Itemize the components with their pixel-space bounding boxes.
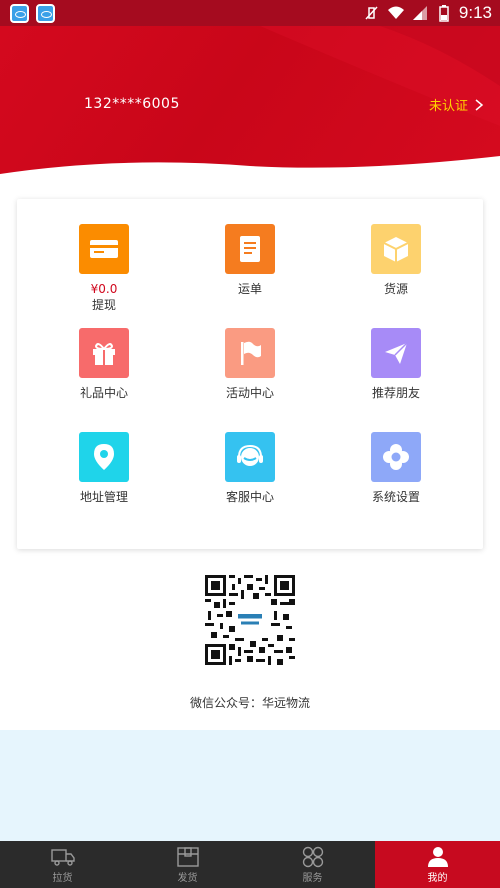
status-bar: 9:13 [0,0,500,26]
document-icon [225,224,275,274]
clover-icon [302,846,323,867]
status-time: 9:13 [458,3,492,22]
location-pin-icon [79,432,129,482]
headset-icon [225,432,275,482]
menu-item-address[interactable]: 地址管理 [44,432,164,505]
profile-header: 132****6005 未认证 [0,26,500,186]
gear-icon [371,432,421,482]
truck-icon [50,848,75,866]
notification-app-icon [36,4,55,23]
withdraw-amount: ¥0.0 [90,282,118,296]
paper-plane-icon [371,328,421,378]
verify-label: 未认证 [428,99,468,114]
wifi-icon [387,6,404,19]
nav-tab-label: 拉货 [52,872,73,884]
nav-tab-label: 服务 [302,872,323,884]
nav-tab-label: 我的 [427,872,448,884]
menu-item-waybill[interactable]: 运单 [190,224,310,297]
chevron-right-icon [475,98,484,111]
menu-item-label: 推荐朋友 [371,386,420,400]
battery-icon [439,5,449,22]
nav-tab-mine[interactable]: 我的 [375,841,500,888]
menu-item-settings[interactable]: 系统设置 [336,432,456,505]
signal-icon [412,6,427,20]
flag-icon [225,328,275,378]
menu-item-label: 客服中心 [225,490,274,504]
nav-tab-service[interactable]: 服务 [250,841,375,888]
menu-item-label: 活动中心 [225,386,274,400]
menu-item-label: 运单 [237,282,262,296]
menu-item-gifts[interactable]: 礼品中心 [44,328,164,401]
box-icon [371,224,421,274]
card-icon [79,224,129,274]
wechat-qr-code [205,575,295,665]
notification-app-icon [10,4,29,23]
user-phone: 132****6005 [84,96,180,112]
menu-item-invite[interactable]: 推荐朋友 [336,328,456,401]
nav-tab-label: 发货 [177,872,198,884]
menu-item-label: 货源 [383,282,408,296]
content-background [0,730,500,841]
gift-icon [79,328,129,378]
menu-card: ¥0.0 提现 运单 货源 礼品中心 活动中心 推荐朋友 地址管理 客服中心 系… [17,199,483,549]
menu-item-activity[interactable]: 活动中心 [190,328,310,401]
menu-item-goods[interactable]: 货源 [336,224,456,297]
header-background [0,26,500,186]
menu-item-withdraw[interactable]: ¥0.0 提现 [44,224,164,313]
vibrate-off-icon [365,6,378,20]
nav-tab-pull-cargo[interactable]: 拉货 [0,841,125,888]
menu-item-label: 系统设置 [371,490,420,504]
user-icon [427,846,448,867]
menu-item-label: 提现 [91,298,116,312]
menu-item-label: 地址管理 [79,490,128,504]
bottom-navigation: 拉货 发货 服务 我的 [0,841,500,888]
menu-item-label: 礼品中心 [79,386,128,400]
wechat-account-caption: 微信公众号：华远物流 [189,696,310,710]
package-icon [176,846,199,867]
verify-status-link[interactable]: 未认证 [429,95,484,114]
nav-tab-ship[interactable]: 发货 [125,841,250,888]
menu-item-service[interactable]: 客服中心 [190,432,310,505]
